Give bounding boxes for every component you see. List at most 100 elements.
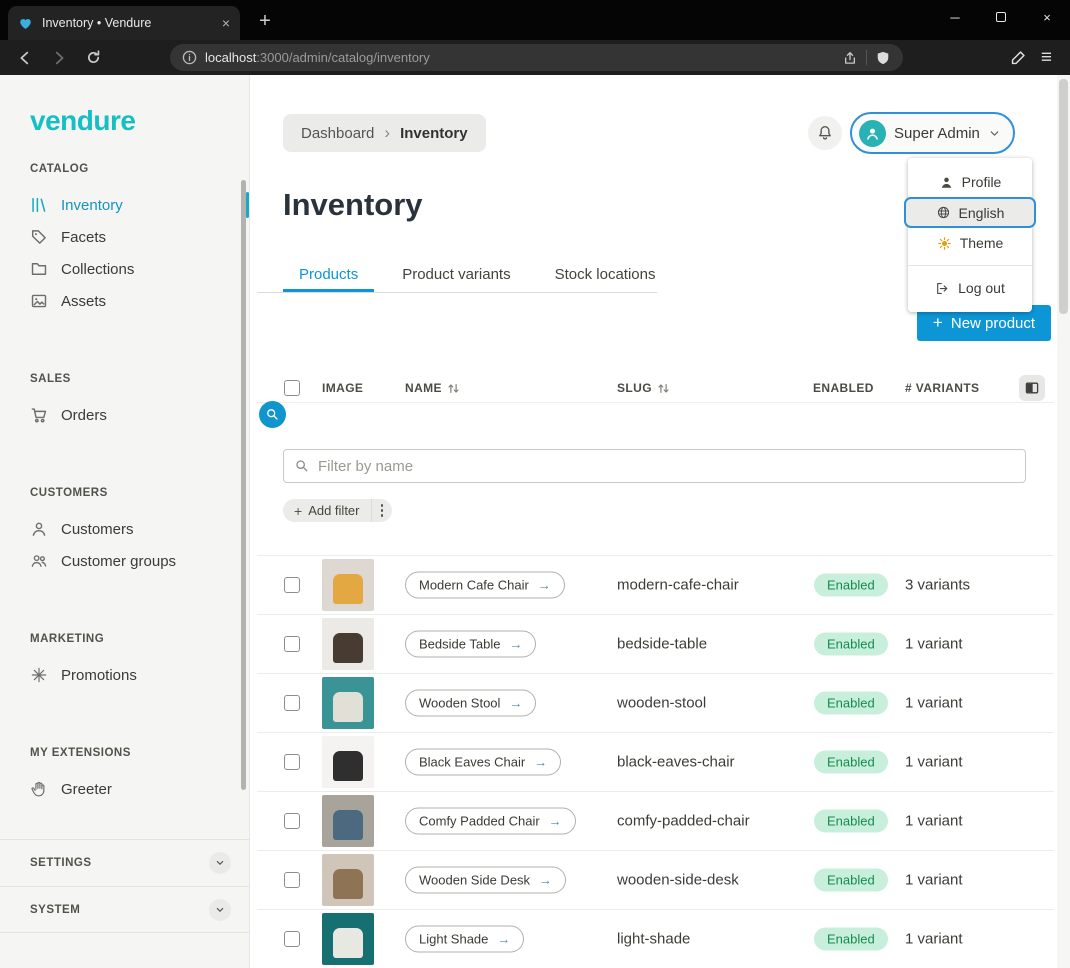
product-image[interactable] [322,559,374,611]
browser-titlebar: Inventory • Vendure × + ─ × [0,0,1070,40]
row-checkbox[interactable] [284,695,300,711]
product-name-badge[interactable]: Modern Cafe Chair→ [405,572,565,599]
sort-icon[interactable] [657,382,670,395]
sidebar: vendure CATALOG Inventory Facets Collect… [0,75,250,968]
product-name-badge[interactable]: Wooden Side Desk→ [405,867,566,894]
sidebar-item-promotions[interactable]: Promotions [0,659,249,691]
product-name-badge[interactable]: Comfy Padded Chair→ [405,808,576,835]
sidebar-item-orders[interactable]: Orders [0,399,249,431]
collections-icon [30,260,48,278]
notifications-button[interactable] [808,116,842,150]
sidebar-section-system[interactable]: SYSTEM [0,886,249,933]
product-image[interactable] [322,736,374,788]
kebab-menu-icon[interactable] [372,504,393,517]
product-image[interactable] [322,795,374,847]
menu-item-label: English [959,205,1005,221]
row-checkbox[interactable] [284,577,300,593]
scrollbar-thumb[interactable] [1059,79,1068,314]
product-name-badge[interactable]: Light Shade→ [405,926,524,953]
brave-shield-icon[interactable] [875,50,891,66]
columns-icon [1024,380,1040,396]
sidebar-scrollbar[interactable] [241,180,246,790]
menu-item-language[interactable]: English [904,197,1036,228]
filter-input[interactable] [318,458,1015,475]
back-button[interactable] [12,45,38,71]
variants-count: 1 variant [905,695,963,712]
vendure-logo: vendure [30,105,249,137]
reload-button[interactable] [80,45,106,71]
sidebar-item-inventory[interactable]: Inventory [0,189,249,221]
product-name-badge[interactable]: Wooden Stool→ [405,690,536,717]
row-checkbox[interactable] [284,872,300,888]
menu-divider [908,265,1032,266]
sidebar-item-collections[interactable]: Collections [0,253,249,285]
product-image[interactable] [322,677,374,729]
enabled-badge: Enabled [814,692,888,715]
sidebar-item-customer-groups[interactable]: Customer groups [0,545,249,577]
row-checkbox[interactable] [284,931,300,947]
table-row: Bedside Table→ bedside-table Enabled 1 v… [257,614,1054,673]
browser-tab[interactable]: Inventory • Vendure × [8,6,240,40]
section-label-sales: SALES [30,373,249,387]
menu-item-theme[interactable]: Theme [918,228,1022,258]
new-tab-button[interactable]: + [252,9,278,35]
table-row: Wooden Stool→ wooden-stool Enabled 1 var… [257,673,1054,732]
facets-icon [30,228,48,246]
sidebar-item-assets[interactable]: Assets [0,285,249,317]
url-bar[interactable]: localhost:3000/admin/catalog/inventory [170,44,903,71]
row-checkbox[interactable] [284,636,300,652]
product-image[interactable] [322,618,374,670]
menu-item-profile[interactable]: Profile [918,167,1022,197]
select-all-checkbox[interactable] [284,380,300,396]
site-info-icon[interactable] [182,50,197,65]
product-name-badge[interactable]: Black Eaves Chair→ [405,749,561,776]
variants-count: 1 variant [905,636,963,653]
tab-products[interactable]: Products [283,259,374,292]
column-settings-button[interactable] [1019,375,1045,401]
window-close-button[interactable]: × [1024,0,1070,34]
user-menu-button[interactable]: Super Admin [850,112,1015,154]
tab-product-variants[interactable]: Product variants [386,259,526,292]
maximize-icon [996,12,1006,22]
column-header-slug[interactable]: SLUG [617,373,670,403]
menu-item-logout[interactable]: Log out [918,273,1022,303]
forward-button[interactable] [46,45,72,71]
user-icon [864,125,881,142]
window-maximize-button[interactable] [978,0,1024,34]
add-filter-button[interactable]: + Add filter [283,499,392,522]
product-slug: wooden-stool [617,695,706,712]
breadcrumb-dashboard-link[interactable]: Dashboard [301,125,374,142]
sidebar-item-customers[interactable]: Customers [0,513,249,545]
product-name-badge[interactable]: Bedside Table→ [405,631,536,658]
sort-icon[interactable] [447,382,460,395]
sidebar-item-facets[interactable]: Facets [0,221,249,253]
row-checkbox[interactable] [284,813,300,829]
row-checkbox[interactable] [284,754,300,770]
product-image[interactable] [322,854,374,906]
enabled-badge: Enabled [814,633,888,656]
column-header-name[interactable]: NAME [405,373,460,403]
page-scrollbar[interactable] [1057,75,1070,968]
window-minimize-button[interactable]: ─ [932,0,978,34]
product-image-object [333,574,363,604]
product-image-object [333,928,363,958]
page-title: Inventory [283,187,423,223]
search-icon [294,458,310,474]
section-label-my-extensions: MY EXTENSIONS [30,747,249,761]
sidebar-item-greeter[interactable]: Greeter [0,773,249,805]
hamburger-menu-icon[interactable]: ≡ [1041,47,1052,69]
table-row: Black Eaves Chair→ black-eaves-chair Ena… [257,732,1054,791]
collapse-label: SYSTEM [30,904,80,916]
tab-stock-locations[interactable]: Stock locations [539,259,672,292]
pencil-icon[interactable] [1010,49,1027,66]
bell-icon [816,124,834,142]
breadcrumb-separator-icon: › [384,123,390,143]
column-header-image: IMAGE [322,373,363,403]
product-image[interactable] [322,913,374,965]
sidebar-section-settings[interactable]: SETTINGS [0,839,249,886]
share-icon[interactable] [842,50,858,66]
tab-close-icon[interactable]: × [222,15,230,31]
search-toggle-button[interactable] [259,401,286,428]
product-image-object [333,751,363,781]
chevron-down-icon [209,852,231,874]
